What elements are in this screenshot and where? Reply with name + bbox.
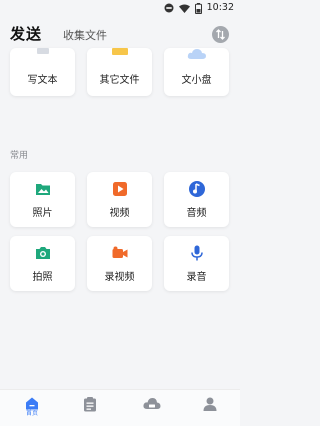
tab-collect-files[interactable]: 收集文件 — [63, 27, 107, 43]
folder-icon — [111, 48, 128, 55]
record-video-card[interactable]: 录视频 — [87, 236, 152, 291]
cloud-icon — [187, 49, 206, 59]
card-label: 其它文件 — [99, 75, 140, 86]
home-icon — [26, 397, 38, 410]
record-audio-card[interactable]: 录音 — [164, 236, 229, 291]
header: 发送 收集文件 — [0, 20, 240, 50]
nav-profile[interactable] — [198, 397, 222, 421]
text-icon — [36, 48, 49, 54]
video-icon — [112, 182, 127, 196]
card-label: 音频 — [186, 208, 207, 219]
battery-icon — [194, 2, 202, 14]
status-bar: 10:32 — [0, 0, 240, 17]
card-label: 照片 — [32, 208, 53, 219]
status-time: 10:32 — [206, 2, 234, 13]
wifi-icon — [178, 4, 190, 13]
do-not-disturb-icon — [164, 3, 174, 13]
video-card[interactable]: 视频 — [87, 172, 152, 227]
clipboard-icon — [84, 397, 96, 412]
card-label: 录音 — [186, 272, 207, 283]
nav-home[interactable]: 首页 — [20, 397, 44, 421]
nav-tasks[interactable] — [78, 397, 102, 421]
nav-home-label: 首页 — [25, 410, 38, 417]
bottom-nav: 首页 — [0, 389, 240, 426]
photo-icon — [35, 184, 50, 195]
take-photo-card[interactable]: 拍照 — [10, 236, 75, 291]
transfer-button[interactable] — [212, 26, 229, 43]
tab-send[interactable]: 发送 — [10, 23, 42, 44]
section-title-common: 常用 — [10, 151, 29, 161]
music-icon — [188, 181, 205, 197]
other-files-card[interactable]: 其它文件 — [87, 48, 152, 96]
cloud-drive-icon — [143, 398, 161, 409]
person-icon — [203, 397, 217, 411]
write-text-card[interactable]: 写文本 — [10, 48, 75, 96]
card-label: 拍照 — [32, 272, 53, 283]
video-record-icon — [112, 246, 127, 258]
camera-icon — [35, 247, 50, 259]
nav-cloud[interactable] — [140, 397, 164, 421]
photo-card[interactable]: 照片 — [10, 172, 75, 227]
wenxiaopan-card[interactable]: 文小盘 — [164, 48, 229, 96]
microphone-icon — [190, 245, 203, 261]
card-label: 写文本 — [27, 75, 58, 86]
audio-card[interactable]: 音频 — [164, 172, 229, 227]
card-label: 视频 — [109, 208, 130, 219]
card-label: 文小盘 — [181, 75, 212, 86]
card-label: 录视频 — [104, 272, 135, 283]
swap-arrows-icon — [216, 29, 225, 40]
